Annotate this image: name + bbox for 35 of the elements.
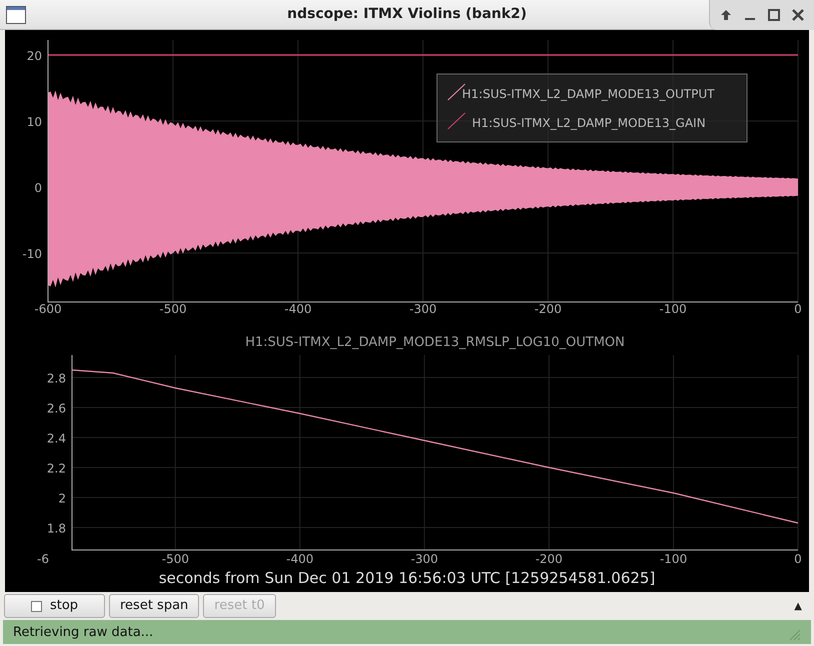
axis-tick-label: 2	[58, 492, 66, 506]
axis-tick-label: 2.2	[46, 462, 66, 476]
axis-tick-label: -600	[34, 302, 62, 316]
axis-label: seconds from Sun Dec 01 2019 16:56:03 UTC [1259254581.0625]	[158, 569, 656, 587]
legend-label: H1:SUS-ITMX_L2_DAMP_MODE13_OUTPUT	[462, 87, 714, 101]
axis-tick-label: 2.4	[46, 432, 66, 446]
resize-grip-icon[interactable]	[789, 629, 801, 641]
axis-tick-label: -300	[410, 552, 438, 566]
axis-tick-label: -100	[660, 552, 688, 566]
axis-tick-label: -500	[159, 302, 187, 316]
axis-tick-label: 0	[794, 552, 802, 566]
axis-tick-label: -300	[409, 302, 437, 316]
axis-tick-label: -200	[534, 302, 562, 316]
axis-tick-label: -200	[535, 552, 563, 566]
toolbar-button[interactable]: reset span	[109, 594, 200, 618]
axis-tick-label: 0	[34, 181, 42, 195]
axis-tick-label: 2.6	[46, 402, 66, 416]
legend-label: H1:SUS-ITMX_L2_DAMP_MODE13_GAIN	[472, 116, 706, 130]
expand-arrow[interactable]: ▲	[794, 598, 802, 614]
window-title: ndscope: ITMX Violins (bank2)	[287, 5, 527, 24]
axis-tick-label: 2.8	[46, 372, 66, 386]
axis-tick-label: 1.8	[46, 522, 66, 536]
axis-tick-label: -400	[286, 552, 314, 566]
stop-toggle[interactable]: stop	[4, 594, 105, 618]
status-text: Retrieving raw data...	[13, 624, 154, 641]
axis-tick-label: 0	[794, 302, 802, 316]
plot-title: H1:SUS-ITMX_L2_DAMP_MODE13_RMSLP_LOG10_OUTMON	[245, 335, 625, 350]
axis-tick-label: -100	[659, 302, 687, 316]
axis-tick-label: 10	[26, 115, 42, 129]
axis-tick-label: -10	[22, 247, 42, 261]
axis-tick-label: -6	[37, 552, 49, 566]
axis-tick-label: 20	[26, 49, 42, 63]
axis-tick-label: -400	[284, 302, 312, 316]
axis-tick-label: -500	[162, 552, 189, 566]
window-icon	[6, 6, 26, 24]
